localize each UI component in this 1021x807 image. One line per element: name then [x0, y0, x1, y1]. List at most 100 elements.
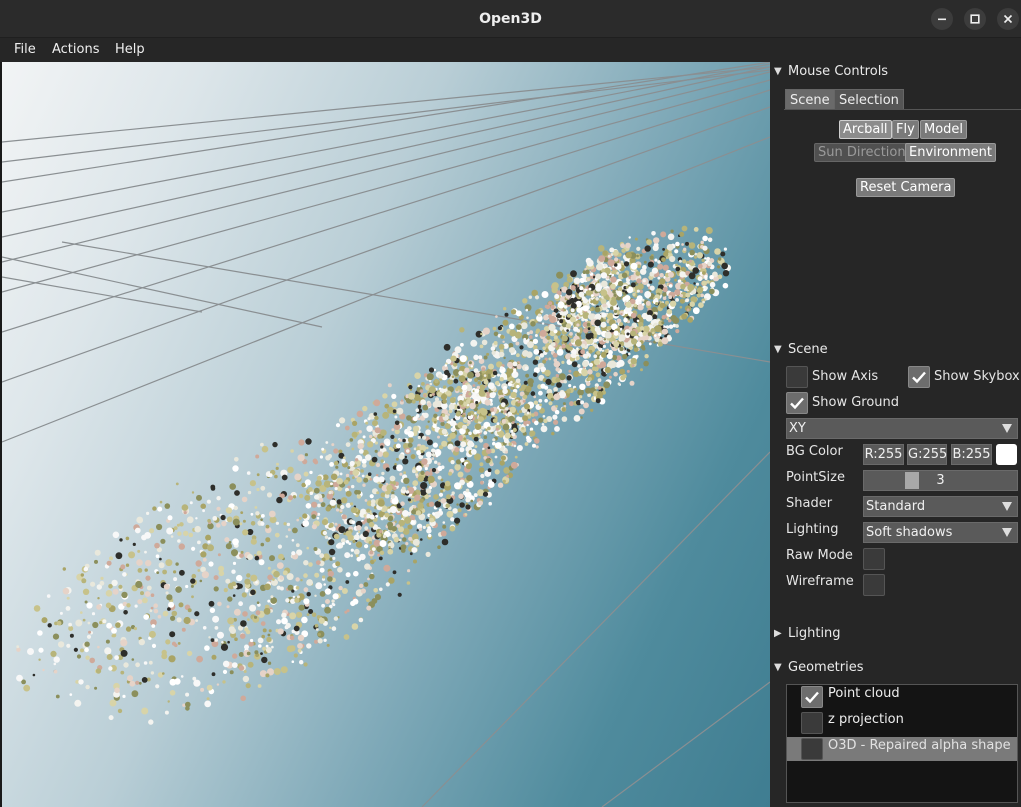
geometry-item-alpha-shape[interactable]: O3D - Repaired alpha shape: [787, 737, 1017, 761]
point: [244, 578, 251, 585]
point: [364, 544, 369, 549]
environment-button[interactable]: Environment: [905, 143, 997, 162]
point: [606, 353, 613, 360]
tab-scene[interactable]: Scene: [785, 89, 835, 110]
point: [66, 643, 71, 648]
geometries-header[interactable]: ▼ Geometries: [774, 658, 864, 676]
lighting-select[interactable]: Soft shadows: [863, 522, 1018, 543]
menu-actions[interactable]: Actions: [52, 38, 100, 62]
point: [606, 340, 610, 344]
point: [403, 477, 410, 484]
point-size-slider[interactable]: 3: [863, 470, 1018, 491]
point: [474, 418, 479, 424]
minimize-button[interactable]: [931, 8, 953, 30]
point: [425, 451, 432, 458]
bg-green-field[interactable]: G:255: [907, 444, 947, 465]
point: [453, 378, 459, 384]
point: [285, 535, 289, 538]
ground-plane-select[interactable]: XY: [786, 418, 1018, 439]
point: [411, 547, 418, 553]
point: [625, 285, 629, 289]
point: [599, 361, 607, 368]
point: [371, 456, 378, 463]
bg-blue-field[interactable]: B:255: [951, 444, 992, 465]
point: [490, 346, 496, 351]
point: [445, 390, 452, 396]
3d-viewport[interactable]: [2, 62, 770, 807]
point: [442, 399, 447, 404]
geometry-item-z-projection[interactable]: z projection: [787, 711, 1017, 735]
point: [104, 647, 112, 655]
point: [315, 582, 323, 590]
geometry-visible-checkbox[interactable]: [801, 686, 823, 708]
point: [630, 282, 636, 288]
show-skybox-checkbox[interactable]: [908, 366, 930, 388]
tab-selection[interactable]: Selection: [834, 89, 904, 110]
bg-color-swatch[interactable]: [996, 444, 1017, 465]
show-ground-checkbox[interactable]: [786, 392, 808, 414]
shader-select[interactable]: Standard: [863, 496, 1018, 517]
point: [631, 338, 638, 345]
point: [563, 380, 567, 384]
point: [598, 245, 605, 252]
mouse-controls-header[interactable]: ▼ Mouse Controls: [774, 62, 888, 80]
point: [619, 368, 626, 375]
close-button[interactable]: [997, 8, 1019, 30]
geometry-visible-checkbox[interactable]: [801, 738, 823, 760]
point: [265, 537, 271, 543]
lighting-header[interactable]: ▶ Lighting: [774, 624, 841, 642]
point: [328, 491, 332, 495]
window-title: Open3D: [479, 11, 542, 27]
point: [247, 661, 254, 668]
point: [497, 326, 502, 331]
point: [628, 236, 631, 239]
point: [169, 631, 176, 638]
point: [596, 391, 604, 398]
point: [488, 413, 491, 417]
point: [494, 469, 500, 475]
point: [682, 259, 687, 264]
point: [364, 563, 371, 570]
point: [615, 290, 619, 293]
point: [200, 551, 207, 558]
point: [705, 227, 713, 234]
point: [497, 373, 500, 377]
geometry-visible-checkbox[interactable]: [801, 712, 823, 734]
point: [154, 542, 160, 549]
point: [622, 289, 625, 293]
arcball-button[interactable]: Arcball: [839, 120, 892, 139]
bg-red-field[interactable]: R:255: [863, 444, 904, 465]
wireframe-checkbox[interactable]: [863, 574, 885, 596]
point: [279, 575, 284, 580]
point: [563, 308, 566, 312]
point: [255, 454, 260, 459]
model-button[interactable]: Model: [920, 120, 968, 139]
show-axis-checkbox[interactable]: [786, 366, 808, 388]
menu-file[interactable]: File: [14, 38, 36, 62]
point: [197, 540, 201, 545]
point: [457, 471, 464, 478]
point: [239, 522, 243, 526]
point: [241, 592, 247, 598]
maximize-button[interactable]: [964, 8, 986, 30]
point: [150, 671, 155, 675]
point: [202, 509, 206, 513]
point: [380, 429, 387, 436]
point: [644, 354, 649, 359]
point: [492, 370, 498, 376]
reset-camera-button[interactable]: Reset Camera: [856, 178, 956, 197]
menu-help[interactable]: Help: [115, 38, 145, 62]
raw-mode-checkbox[interactable]: [863, 548, 885, 570]
fly-button[interactable]: Fly: [892, 120, 919, 139]
point: [261, 514, 265, 518]
point: [582, 353, 589, 359]
scene-header[interactable]: ▼ Scene: [774, 340, 828, 358]
geometry-label: Point cloud: [828, 686, 900, 701]
geometry-item-point-cloud[interactable]: Point cloud: [787, 685, 1017, 709]
point: [546, 335, 551, 340]
sun-direction-button[interactable]: Sun Direction: [814, 143, 910, 162]
point: [541, 322, 545, 325]
point: [268, 629, 272, 633]
point: [283, 522, 287, 526]
point: [287, 466, 294, 474]
